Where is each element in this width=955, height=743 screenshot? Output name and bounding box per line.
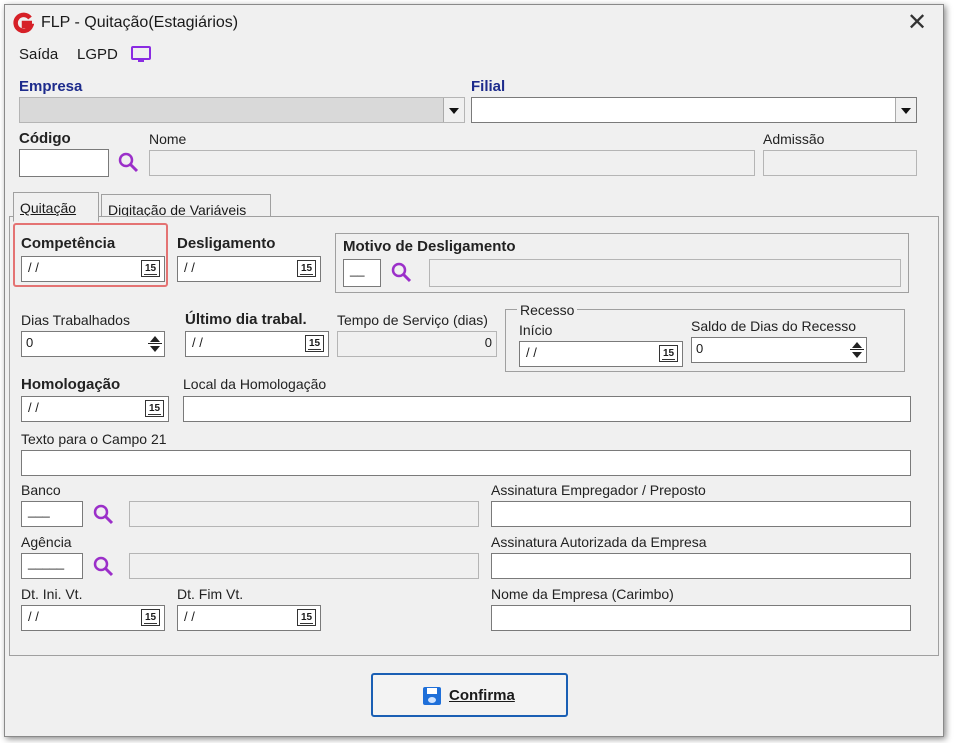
desligamento-label: Desligamento	[177, 235, 276, 252]
empresa-label: Empresa	[19, 78, 83, 95]
calendar-icon[interactable]: 15	[305, 335, 324, 352]
confirma-button[interactable]: Confirma	[371, 673, 568, 717]
desligamento-value: / /	[184, 260, 195, 275]
search-icon[interactable]	[91, 502, 115, 526]
recesso-label: Recesso	[517, 302, 578, 318]
chevron-down-icon[interactable]	[895, 98, 916, 122]
inicio-value: / /	[526, 345, 537, 360]
spin-arrows-icon[interactable]	[148, 334, 162, 354]
banco-description-field	[129, 501, 479, 527]
tab-quitacao-label: Quitação	[20, 200, 77, 216]
assinatura-empregador-input[interactable]	[491, 501, 911, 527]
banco-input[interactable]: ___	[21, 501, 83, 527]
homologacao-value: / /	[28, 400, 39, 415]
agencia-input[interactable]: _____	[21, 553, 83, 579]
quitacao-window: FLP - Quitação(Estagiários) ✕ Saída LGPD…	[4, 4, 944, 737]
save-disk-icon	[423, 687, 441, 705]
admissao-label: Admissão	[763, 131, 825, 147]
ultimo-dia-date-input[interactable]: / / 15	[185, 331, 329, 357]
ultimo-dia-label: Último dia trabal.	[185, 311, 307, 328]
dt-fim-vt-label: Dt. Fim Vt.	[177, 586, 244, 602]
search-icon[interactable]	[91, 554, 115, 578]
competencia-highlight	[13, 223, 168, 287]
title-bar: FLP - Quitação(Estagiários) ✕	[5, 5, 943, 41]
assinatura-empregador-label: Assinatura Empregador / Preposto	[491, 482, 706, 498]
nome-empresa-input[interactable]	[491, 605, 911, 631]
local-homologacao-label: Local da Homologação	[183, 376, 327, 392]
texto-campo21-input[interactable]	[21, 450, 911, 476]
local-homologacao-input[interactable]	[183, 396, 911, 422]
calendar-icon[interactable]: 15	[145, 400, 164, 417]
saldo-value: 0	[696, 341, 704, 356]
tempo-servico-label: Tempo de Serviço (dias)	[337, 312, 488, 328]
calendar-icon[interactable]: 15	[297, 609, 316, 626]
dias-trabalhados-stepper[interactable]: 0	[21, 331, 165, 357]
window-title: FLP - Quitação(Estagiários)	[41, 14, 239, 31]
search-icon[interactable]	[389, 260, 413, 284]
inicio-date-input[interactable]: / / 15	[519, 341, 683, 367]
tempo-servico-value: 0	[484, 335, 492, 350]
desligamento-date-input[interactable]: / / 15	[177, 256, 321, 282]
motivo-label: Motivo de Desligamento	[343, 238, 516, 255]
calendar-icon[interactable]: 15	[297, 260, 316, 277]
nome-empresa-label: Nome da Empresa (Carimbo)	[491, 586, 674, 602]
calendar-icon[interactable]: 15	[659, 345, 678, 362]
homologacao-label: Homologação	[21, 376, 121, 393]
spin-arrows-icon[interactable]	[850, 340, 864, 360]
ultimo-dia-value: / /	[192, 335, 203, 350]
agencia-value: _____	[28, 555, 65, 570]
dias-trabalhados-value: 0	[26, 335, 34, 350]
nome-field	[149, 150, 755, 176]
saldo-label: Saldo de Dias do Recesso	[691, 318, 856, 334]
app-logo-icon	[13, 12, 34, 34]
dt-ini-vt-label: Dt. Ini. Vt.	[21, 586, 83, 602]
homologacao-date-input[interactable]: / / 15	[21, 396, 169, 422]
close-button[interactable]: ✕	[903, 9, 931, 37]
confirma-label: Confirma	[449, 687, 515, 704]
motivo-description-field	[429, 259, 901, 287]
tempo-servico-field: 0	[337, 331, 497, 357]
motivo-code-value: __	[350, 262, 365, 277]
banco-label: Banco	[21, 482, 61, 498]
banco-value: ___	[28, 503, 50, 518]
filial-select[interactable]	[471, 97, 917, 123]
agencia-label: Agência	[21, 534, 72, 550]
assinatura-autorizada-label: Assinatura Autorizada da Empresa	[491, 534, 707, 550]
codigo-label: Código	[19, 130, 71, 147]
calendar-icon[interactable]: 15	[141, 609, 160, 626]
motivo-code-input[interactable]: __	[343, 259, 381, 287]
dt-ini-vt-date-input[interactable]: / / 15	[21, 605, 165, 631]
assinatura-autorizada-input[interactable]	[491, 553, 911, 579]
nome-label: Nome	[149, 131, 187, 147]
chevron-down-icon[interactable]	[443, 98, 464, 122]
empresa-select[interactable]	[19, 97, 465, 123]
dt-fim-vt-date-input[interactable]: / / 15	[177, 605, 321, 631]
saldo-stepper[interactable]: 0	[691, 337, 867, 363]
monitor-icon[interactable]	[130, 45, 152, 65]
tab-quitacao[interactable]: Quitação	[13, 192, 99, 222]
dt-fim-vt-value: / /	[184, 609, 195, 624]
search-icon[interactable]	[116, 150, 140, 174]
filial-label: Filial	[471, 78, 506, 95]
menu-lgpd[interactable]: LGPD	[77, 46, 118, 63]
admissao-field	[763, 150, 917, 176]
texto-campo21-label: Texto para o Campo 21	[21, 431, 167, 447]
agencia-description-field	[129, 553, 479, 579]
codigo-input[interactable]	[19, 149, 109, 177]
dias-trabalhados-label: Dias Trabalhados	[21, 312, 130, 328]
dt-ini-vt-value: / /	[28, 609, 39, 624]
menu-saida[interactable]: Saída	[19, 46, 58, 63]
inicio-label: Início	[519, 322, 553, 338]
